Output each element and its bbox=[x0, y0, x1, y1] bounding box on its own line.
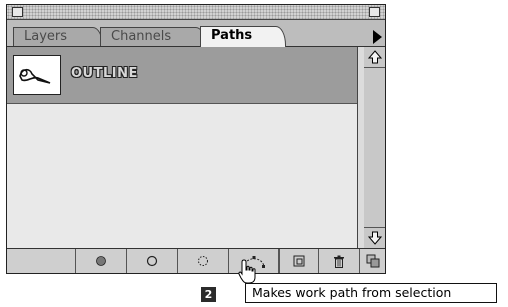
zoom-box[interactable] bbox=[369, 7, 380, 17]
load-selection-button[interactable] bbox=[177, 249, 228, 273]
resize-grip-icon bbox=[366, 254, 379, 268]
scroll-up-button[interactable] bbox=[364, 47, 385, 68]
step-number-badge: 2 bbox=[201, 287, 216, 302]
palette-button-bar bbox=[7, 248, 385, 273]
resize-box[interactable] bbox=[359, 249, 385, 273]
new-path-button[interactable] bbox=[278, 249, 318, 273]
path-thumbnail bbox=[13, 55, 61, 95]
tab-paths[interactable]: Paths bbox=[200, 26, 286, 47]
fill-path-button[interactable] bbox=[75, 249, 126, 273]
palette-tabs: Layers Channels Paths bbox=[7, 20, 385, 47]
arrow-down-icon bbox=[367, 231, 382, 245]
arrow-up-icon bbox=[367, 50, 382, 64]
palette-menu-arrow-icon[interactable] bbox=[373, 30, 382, 44]
load-path-as-selection-icon bbox=[198, 256, 208, 266]
new-path-icon bbox=[293, 255, 305, 267]
path-name: OUTLINE bbox=[71, 66, 138, 81]
tooltip: Makes work path from selection bbox=[245, 283, 497, 303]
paths-palette: Layers Channels Paths OUTLINE bbox=[6, 4, 386, 274]
delete-path-button[interactable] bbox=[318, 249, 358, 273]
scroll-down-button[interactable] bbox=[364, 227, 385, 248]
close-box[interactable] bbox=[12, 7, 23, 17]
fill-path-icon bbox=[96, 256, 106, 266]
vertical-scrollbar[interactable] bbox=[364, 47, 385, 248]
tab-channels[interactable]: Channels bbox=[100, 27, 206, 46]
trash-icon bbox=[333, 255, 344, 268]
paths-list: OUTLINE bbox=[7, 47, 358, 248]
stroke-path-button[interactable] bbox=[126, 249, 177, 273]
palette-title-bar[interactable] bbox=[7, 5, 385, 20]
path-thumbnail-icon bbox=[19, 68, 51, 84]
stroke-path-icon bbox=[146, 255, 158, 267]
path-row-outline[interactable]: OUTLINE bbox=[7, 47, 357, 104]
tab-layers[interactable]: Layers bbox=[13, 27, 103, 46]
